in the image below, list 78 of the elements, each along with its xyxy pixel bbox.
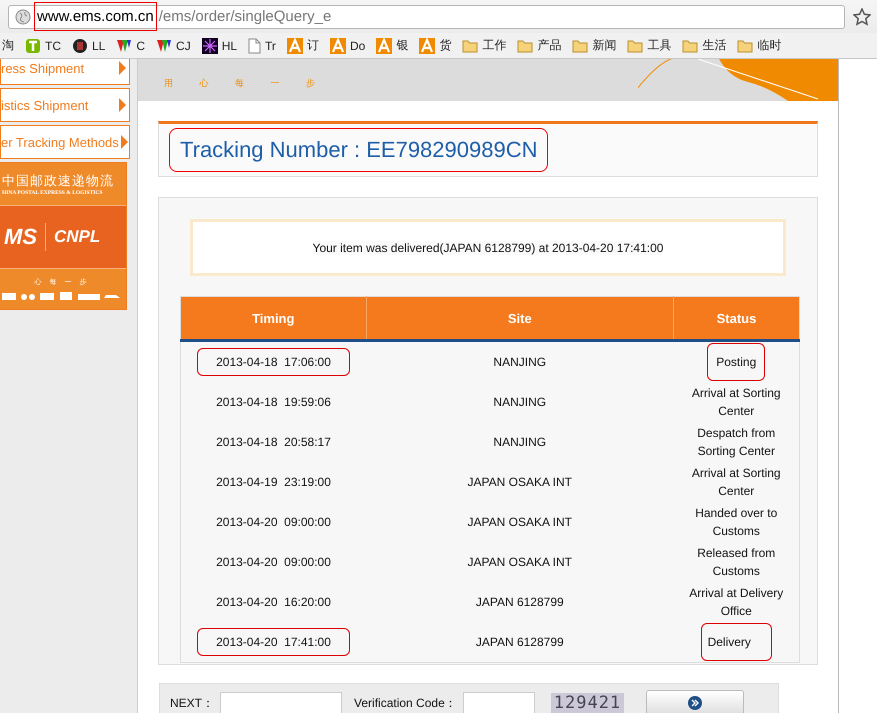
time-cell-text: 2013-04-19 23:19:00 [215, 474, 332, 491]
starburst-icon [202, 38, 218, 54]
status-cell: Arrival at Sorting Center [692, 386, 781, 418]
status-cell: Arrival at Sorting Center [692, 466, 781, 498]
status-cell: Arrival at Delivery Office [689, 586, 784, 618]
tree-icon [25, 38, 41, 54]
folder-icon [462, 38, 478, 52]
bookmark[interactable]: 临时 [737, 37, 782, 54]
site-cell: JAPAN OSAKA INT [468, 515, 572, 529]
prism-icon [156, 38, 172, 54]
site-cell: JAPAN OSAKA INT [468, 555, 572, 569]
bookmark[interactable]: 淘 [2, 37, 14, 54]
logo-brand: CNPL [54, 227, 100, 247]
bookmark[interactable]: 订 [286, 37, 319, 54]
next-field[interactable] [220, 692, 342, 713]
folder-icon [627, 38, 644, 52]
column-header: Timing [180, 296, 366, 340]
triangle-logo-icon [286, 38, 303, 54]
page-icon [248, 38, 262, 54]
time-cell-text: 2013-04-20 16:20:00 [215, 594, 332, 611]
bookmark[interactable]: HL [202, 38, 238, 54]
logo-brand: MS [4, 224, 37, 250]
site-cell: NANJING [493, 435, 546, 449]
delivery-message: Your item was delivered(JAPAN 6128799) at 2013-04-20 17:41:00 [312, 240, 664, 254]
bookmark[interactable]: 银 [376, 37, 408, 54]
bookmark[interactable]: 产品 [517, 37, 562, 54]
site-cell: JAPAN 6128799 [476, 635, 564, 649]
star-icon[interactable] [853, 8, 871, 26]
prism-icon [116, 38, 132, 54]
globe-icon [15, 8, 31, 24]
site-cell: JAPAN 6128799 [476, 595, 564, 609]
bookmark[interactable]: LL [72, 38, 106, 54]
logo-chinese-name: 中国邮政速递物流 [2, 173, 115, 190]
double-arrow-icon [688, 696, 702, 710]
verification-field[interactable] [462, 692, 535, 713]
folder-icon [682, 38, 698, 52]
status-cell: Posting [707, 343, 766, 381]
submit-button[interactable] [646, 690, 744, 713]
time-cell-text: 2013-04-18 20:58:17 [215, 434, 332, 451]
site-cell: NANJING [493, 395, 546, 409]
circle-icon [72, 38, 88, 54]
verification-label: Verification Code： [354, 694, 457, 712]
time-cell: 2013-04-18 17:06:00 [197, 348, 350, 376]
bookmark[interactable]: 工作 [462, 37, 506, 54]
folder-icon [517, 38, 534, 52]
captcha-image: 129421 [550, 693, 624, 713]
site-cell: NANJING [493, 355, 546, 369]
url-domain: www.ems.com.cn [35, 3, 156, 30]
time-cell-text: 2013-04-18 19:59:06 [215, 394, 332, 411]
triangle-logo-icon [419, 38, 436, 54]
bookmark[interactable]: TC [25, 38, 61, 54]
bookmark[interactable]: 新闻 [572, 37, 616, 54]
status-cell: Despatch from Sorting Center [697, 426, 776, 458]
column-header: Site [366, 296, 674, 340]
tracking-number: Tracking Number : EE798290989CN [169, 128, 548, 172]
bookmark[interactable]: Do [330, 38, 366, 54]
status-cell: Delivery [700, 623, 772, 661]
status-cell: Handed over to Customs [695, 506, 778, 538]
folder-icon [737, 38, 754, 52]
time-cell-text: 2013-04-20 09:00:00 [215, 554, 332, 571]
status-cell: Released from Customs [697, 546, 776, 578]
column-header: Status [674, 296, 800, 340]
triangle-logo-icon [376, 38, 392, 54]
bookmark[interactable]: CJ [156, 38, 191, 54]
time-cell: 2013-04-20 17:41:00 [197, 628, 350, 656]
bookmark[interactable]: Tr [248, 38, 276, 54]
folder-icon [572, 38, 588, 52]
url-path: /ems/order/singleQuery_e [158, 8, 332, 25]
banner-slogan: 用 心 每 一 步 [164, 77, 328, 90]
bookmark[interactable]: C [116, 38, 146, 54]
address-bar[interactable]: www.ems.com.cn /ems/order/singleQuery_e [8, 4, 845, 28]
triangle-logo-icon [330, 38, 346, 54]
site-cell: JAPAN OSAKA INT [468, 475, 572, 489]
time-cell-text: 2013-04-20 09:00:00 [215, 514, 332, 531]
bookmark[interactable]: 工具 [627, 37, 672, 54]
bookmark[interactable]: 货 [419, 37, 452, 54]
bookmark[interactable]: 生活 [682, 37, 726, 54]
next-label: NEXT： [170, 694, 214, 712]
